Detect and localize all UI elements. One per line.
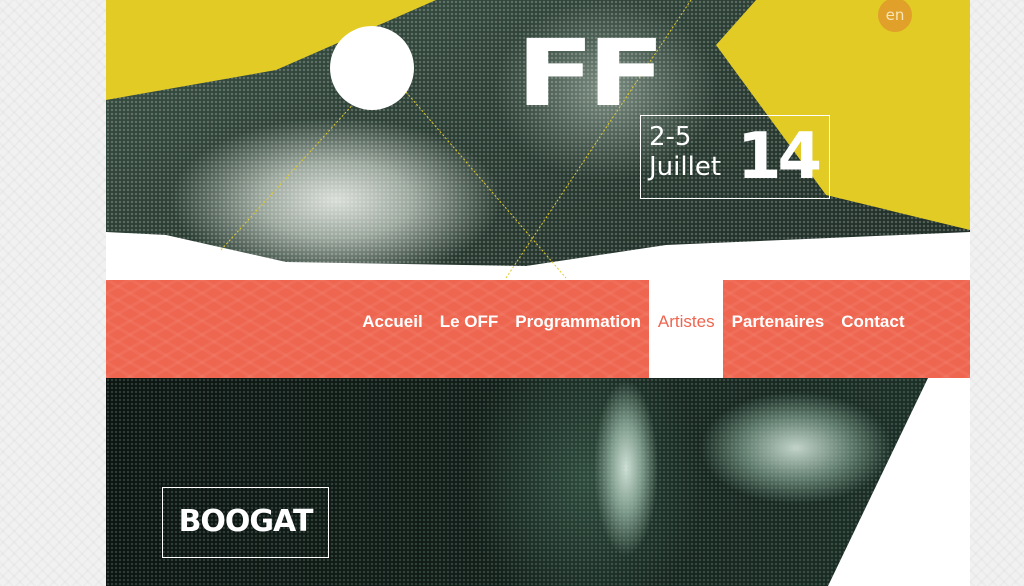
festival-logo[interactable]: FF: [516, 28, 666, 120]
date-year: 14: [737, 120, 822, 194]
artist-name-box: BOOGAT: [162, 487, 329, 558]
main-navigation: Accueil Le OFF Programmation Artistes Pa…: [106, 280, 970, 378]
nav-item-accueil[interactable]: Accueil: [354, 280, 431, 378]
date-days: 2-5: [649, 122, 692, 152]
nav-item-le-off[interactable]: Le OFF: [431, 280, 507, 378]
page-container: FF 2-5 Juillet 14 en Accueil Le OFF Prog…: [106, 0, 970, 586]
festival-date-box: 2-5 Juillet 14: [640, 115, 830, 199]
hero-banner: FF 2-5 Juillet 14 en: [106, 0, 970, 280]
artist-banner: BOOGAT: [106, 378, 970, 586]
nav-item-artistes[interactable]: Artistes: [649, 280, 724, 378]
nav-item-programmation[interactable]: Programmation: [507, 280, 650, 378]
nav-menu: Accueil Le OFF Programmation Artistes Pa…: [354, 280, 913, 378]
hero-white-circle: [330, 26, 414, 110]
nav-item-contact[interactable]: Contact: [833, 280, 913, 378]
nav-item-partenaires[interactable]: Partenaires: [723, 280, 833, 378]
date-month: Juillet: [649, 152, 722, 182]
